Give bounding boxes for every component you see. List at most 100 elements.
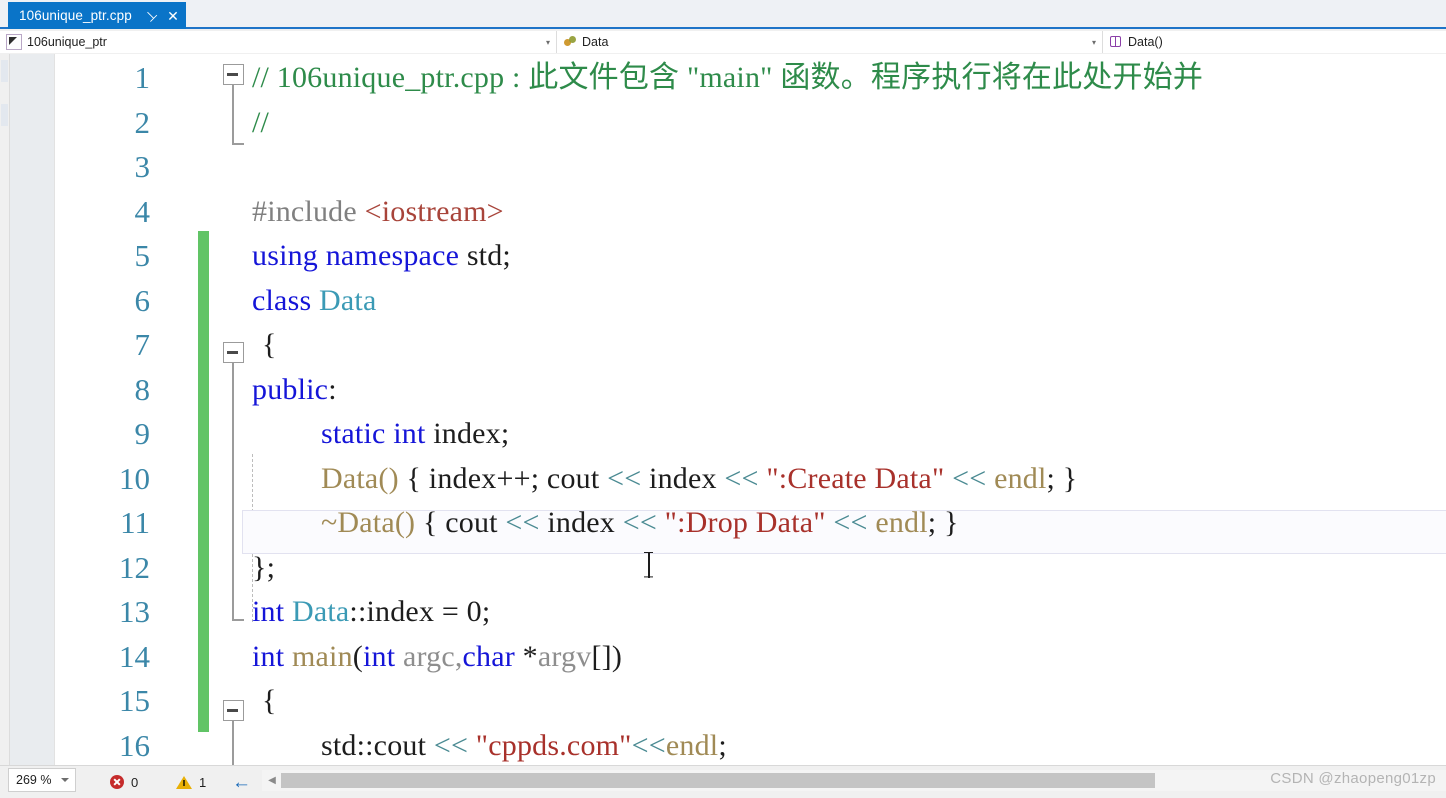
code-line[interactable]: 1 // 106unique_ptr.cpp : 此文件包含 "main" 函数… <box>56 54 1446 99</box>
error-count-indicator[interactable]: 0 <box>110 766 138 798</box>
line-13-code: int Data::index = 0; <box>252 588 490 633</box>
line-number: 16 <box>119 727 150 763</box>
code-line-current[interactable]: 10 Data() { index++; cout << index << ":… <box>56 455 1446 500</box>
token-string-create: ":Create Data" <box>766 461 945 495</box>
token-body-close: ; } <box>927 506 959 539</box>
line-number: 8 <box>134 371 151 407</box>
token-endl: endl <box>994 461 1047 495</box>
token-keyword-char: char <box>462 639 515 673</box>
chevron-down-icon[interactable] <box>61 778 69 782</box>
line-number: 5 <box>134 238 151 273</box>
close-icon[interactable]: ✕ <box>167 9 179 23</box>
token-string-cppds: "cppds.com" <box>475 728 632 762</box>
navbar-member-dropdown[interactable]: Data() <box>1102 31 1446 53</box>
line-4-code: #include <iostream> <box>252 188 504 233</box>
code-line[interactable]: 6 class Data <box>56 277 1446 322</box>
navigate-backward-button[interactable]: ← <box>232 766 251 798</box>
line-16-code: std::cout << "cppds.com"<<endl; <box>321 722 727 766</box>
token-star: * <box>514 639 538 673</box>
method-icon <box>1109 35 1123 49</box>
code-surface[interactable]: 1 // 106unique_ptr.cpp : 此文件包含 "main" 函数… <box>56 54 1446 765</box>
code-editor[interactable]: 1 // 106unique_ptr.cpp : 此文件包含 "main" 函数… <box>0 54 1446 765</box>
line-5-code: using namespace std; <box>252 232 511 277</box>
token-paren-open: ( <box>352 639 363 673</box>
token-body-open: { index++; cout <box>398 461 608 495</box>
token-keyword-static: static <box>321 417 386 450</box>
token-function-main: main <box>291 639 353 673</box>
code-line[interactable]: 13 int Data::index = 0; <box>56 588 1446 633</box>
line-number: 15 <box>119 683 150 718</box>
code-line[interactable]: 5 using namespace std; <box>56 232 1446 277</box>
navbar-type-dropdown[interactable]: Data ▾ <box>556 31 1102 53</box>
code-line[interactable]: 9 static int index; <box>56 410 1446 455</box>
horizontal-scrollbar-thumb[interactable] <box>281 773 1155 788</box>
scroll-left-icon[interactable]: ◀ <box>266 774 278 787</box>
chevron-down-icon[interactable]: ▾ <box>546 31 550 53</box>
token-operator-shift: << <box>607 461 642 495</box>
token-keyword-public: public <box>252 372 329 406</box>
code-line[interactable]: 15 { <box>56 677 1446 722</box>
line-9-code: static int index; <box>321 410 509 455</box>
line-7-code: { <box>262 328 277 361</box>
code-line[interactable]: 11 ~Data() { cout << index << ":Drop Dat… <box>56 499 1446 544</box>
token-string-drop: ":Drop Data" <box>664 506 826 539</box>
line-number: 6 <box>134 282 151 318</box>
line-number: 11 <box>120 505 150 540</box>
token-operator-shift: << <box>622 506 657 539</box>
chevron-down-icon[interactable]: ▾ <box>1092 31 1096 53</box>
line-12-code: }; <box>252 550 276 584</box>
token-keyword-int: int <box>362 639 396 673</box>
token-include-path: <iostream> <box>364 194 504 228</box>
watermark-text: CSDN @zhaopeng01zp <box>1270 770 1436 787</box>
code-line[interactable]: 12 }; <box>56 544 1446 589</box>
line-14-code: int main(int argc,char *argv[]) <box>252 633 622 678</box>
editor-tab-106unique-ptr-cpp[interactable]: 106unique_ptr.cpp ⊣ ✕ <box>8 2 186 29</box>
token-operator-shift: << <box>631 728 666 762</box>
token-index: index <box>641 461 725 495</box>
token-semicolon: ; <box>718 728 727 762</box>
code-line[interactable]: 7 { <box>56 321 1446 366</box>
error-count-value: 0 <box>131 774 139 790</box>
zoom-level-dropdown[interactable]: 269 % <box>8 768 76 792</box>
token-std: std; <box>466 239 511 272</box>
line-10-code: Data() { index++; cout << index << ":Cre… <box>321 455 1077 500</box>
token-identifier-index: index; <box>433 417 510 450</box>
line-8-code: public: <box>252 366 337 411</box>
token-param-argc: argc, <box>395 639 463 673</box>
token-type-data: Data <box>291 595 350 628</box>
line-number: 14 <box>119 638 150 674</box>
token-keyword-class: class <box>252 283 312 317</box>
code-line[interactable]: 3 <box>56 143 1446 188</box>
code-line[interactable]: 2 // <box>56 99 1446 144</box>
token-operator-shift: << <box>833 506 868 539</box>
line-number: 4 <box>134 193 151 229</box>
code-line[interactable]: 14 int main(int argc,char *argv[]) <box>56 633 1446 678</box>
token-operator-shift: << <box>724 461 759 495</box>
navbar-project-dropdown[interactable]: 106unique_ptr ▾ <box>0 31 556 53</box>
token-operator-shift: << <box>505 506 540 539</box>
line-number: 13 <box>119 594 150 629</box>
token-preprocessor: #include <box>252 194 357 228</box>
token-body-close: ; } <box>1046 461 1078 495</box>
breakpoint-margin[interactable] <box>10 54 55 765</box>
token-index-init: ::index = 0; <box>349 595 491 628</box>
line-number: 3 <box>134 149 151 184</box>
line-number: 1 <box>134 60 151 95</box>
token-ctor-data: Data() <box>321 461 399 495</box>
arrow-left-icon[interactable]: ← <box>232 773 251 792</box>
code-line[interactable]: 16 std::cout << "cppds.com"<<endl; <box>56 722 1446 766</box>
warning-icon <box>176 775 192 789</box>
pin-icon[interactable]: ⊣ <box>141 6 160 25</box>
line-1-comment: // 106unique_ptr.cpp : 此文件包含 "main" 函数。程… <box>252 61 1204 94</box>
line-number: 12 <box>119 549 150 585</box>
line-2-comment: // <box>252 105 270 139</box>
code-line[interactable]: 4 #include <iostream> <box>56 188 1446 233</box>
source-file-icon <box>6 34 22 50</box>
code-line[interactable]: 8 public: <box>56 366 1446 411</box>
warning-count-indicator[interactable]: 1 <box>176 766 206 798</box>
